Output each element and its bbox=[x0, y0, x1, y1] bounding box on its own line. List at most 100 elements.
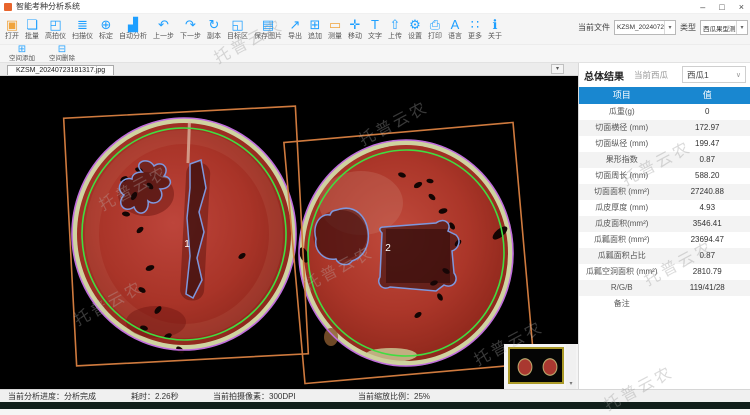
more-button[interactable]: ∷更多 bbox=[465, 16, 485, 44]
type-label: 类型 bbox=[680, 22, 696, 33]
column-item: 项目 bbox=[579, 87, 665, 104]
summary-title: 总体结果 bbox=[584, 68, 624, 83]
tab-bar: KZSM_20240723181317.jpg ▾ bbox=[0, 63, 578, 76]
chevron-down-icon: ▾ bbox=[736, 21, 747, 34]
minimize-button[interactable]: – bbox=[700, 0, 705, 14]
print-icon: ⎙ bbox=[430, 18, 440, 32]
app-title: 智能考种分析系统 bbox=[16, 1, 80, 12]
table-row: R/G/B119/41/28 bbox=[579, 280, 750, 296]
table-row: 瓜重(g)0 bbox=[579, 104, 750, 120]
export-button[interactable]: ↗导出 bbox=[285, 16, 305, 44]
type-dropdown[interactable]: 西瓜果型测定 ▾ bbox=[700, 20, 748, 35]
print-button[interactable]: ⎙打印 bbox=[425, 16, 445, 44]
duplicate-button[interactable]: ↻副本 bbox=[204, 16, 224, 44]
measure-icon: ▭ bbox=[329, 18, 341, 32]
melon-2-number: 2 bbox=[385, 243, 391, 254]
open-folder-icon: ▣ bbox=[6, 18, 18, 32]
column-value: 值 bbox=[665, 87, 750, 104]
text-button[interactable]: T文字 bbox=[365, 16, 385, 44]
table-row: 备注 bbox=[579, 296, 750, 312]
table-row: 瓜瓤面积占比0.87 bbox=[579, 248, 750, 264]
target-area-button[interactable]: ◱目标区 bbox=[224, 16, 251, 44]
table-row: 瓜皮面积(mm²)3546.41 bbox=[579, 216, 750, 232]
scroll-down-icon[interactable]: ▾ bbox=[569, 380, 572, 389]
current-melon-dropdown[interactable]: 西瓜1 ∨ bbox=[682, 66, 746, 83]
space-toolbar: ⊞空间添加 ⊟空间删除 bbox=[0, 44, 750, 63]
save-image-icon: ▤ bbox=[262, 18, 274, 32]
space-add-button[interactable]: ⊞空间添加 bbox=[4, 45, 40, 62]
type-value: 西瓜果型测定 bbox=[701, 23, 736, 33]
space-delete-icon: ⊟ bbox=[58, 45, 66, 55]
language-icon: A bbox=[451, 18, 460, 32]
status-dpi: 当前拍摄像素：300DPI bbox=[213, 391, 296, 402]
current-file-dropdown[interactable]: KZSM_20240723181317 ▾ bbox=[614, 20, 676, 35]
table-row: 果形指数0.87 bbox=[579, 152, 750, 168]
target-area-icon: ◱ bbox=[231, 18, 243, 32]
language-button[interactable]: A语言 bbox=[445, 16, 465, 44]
doc-camera-icon: ◰ bbox=[49, 18, 61, 32]
calibrate-icon: ⊕ bbox=[101, 18, 112, 32]
title-bar: 智能考种分析系统 – □ × bbox=[0, 0, 750, 14]
undo-button[interactable]: ↶上一步 bbox=[150, 16, 177, 44]
tab-image-file[interactable]: KZSM_20240723181317.jpg bbox=[7, 65, 114, 75]
export-icon: ↗ bbox=[290, 18, 301, 32]
auto-analyze-icon: ▟ bbox=[128, 18, 138, 32]
status-zoom: 当前缩放比例：25% bbox=[358, 391, 430, 402]
table-row: 切面面积 (mm²)27240.88 bbox=[579, 184, 750, 200]
watermelon-2: 2 bbox=[298, 140, 513, 366]
seed-region-contour-2b bbox=[379, 221, 459, 291]
main-toolbar: ▣打开 ❏批量 ◰高拍仪 ≣扫描仪 ⊕标定 ▟自动分析 ↶上一步 ↷下一步 ↻副… bbox=[0, 14, 750, 44]
status-progress: 当前分析进度：分析完成 bbox=[8, 391, 96, 402]
seed-region-contour-2a bbox=[315, 208, 368, 264]
batch-button[interactable]: ❏批量 bbox=[22, 16, 42, 44]
batch-icon: ❏ bbox=[26, 18, 38, 32]
measure-button[interactable]: ▭测量 bbox=[325, 16, 345, 44]
about-icon: ℹ bbox=[493, 18, 498, 32]
table-row: 切面周长 (mm)588.20 bbox=[579, 168, 750, 184]
append-icon: ⊞ bbox=[310, 18, 321, 32]
append-button[interactable]: ⊞追加 bbox=[305, 16, 325, 44]
table-row: 瓜瓤空洞面积 (mm²)2810.79 bbox=[579, 264, 750, 280]
table-row: 切面横径 (mm)172.97 bbox=[579, 120, 750, 136]
about-button[interactable]: ℹ关于 bbox=[485, 16, 505, 44]
status-time: 耗时：2.26秒 bbox=[131, 391, 179, 402]
settings-button[interactable]: ⚙设置 bbox=[405, 16, 425, 44]
upload-icon: ⇧ bbox=[390, 18, 401, 32]
doc-camera-button[interactable]: ◰高拍仪 bbox=[42, 16, 69, 44]
app-icon bbox=[4, 3, 12, 11]
analysis-overlay: 1 bbox=[0, 76, 578, 389]
status-bar: 当前分析进度：分析完成 耗时：2.26秒 当前拍摄像素：300DPI 当前缩放比… bbox=[0, 389, 750, 402]
table-row: 瓜皮厚度 (mm)4.93 bbox=[579, 200, 750, 216]
image-canvas[interactable]: 1 bbox=[0, 76, 578, 389]
results-panel: 总体结果 当前西瓜 西瓜1 ∨ 项目 值 瓜重(g)0 切面横径 (mm)172… bbox=[578, 63, 750, 389]
navigator-widget: ▾ bbox=[504, 344, 578, 389]
redo-icon: ↷ bbox=[185, 18, 196, 32]
more-icon: ∷ bbox=[471, 18, 479, 32]
current-file-value: KZSM_20240723181317 bbox=[615, 24, 664, 31]
table-header: 项目 值 bbox=[579, 87, 750, 104]
calibrate-button[interactable]: ⊕标定 bbox=[96, 16, 116, 44]
watermelon-1: 1 bbox=[72, 118, 296, 355]
upload-button[interactable]: ⇧上传 bbox=[385, 16, 405, 44]
space-delete-button[interactable]: ⊟空间删除 bbox=[44, 45, 80, 62]
tab-list-dropdown[interactable]: ▾ bbox=[551, 64, 564, 74]
taskbar-strip bbox=[0, 402, 750, 409]
navigator-scrollbar[interactable]: ▾ bbox=[566, 344, 576, 389]
scanner-icon: ≣ bbox=[77, 18, 88, 32]
table-row: 切面纵径 (mm)199.47 bbox=[579, 136, 750, 152]
chevron-down-icon: ∨ bbox=[736, 71, 741, 79]
maximize-button[interactable]: □ bbox=[719, 0, 724, 14]
close-button[interactable]: × bbox=[739, 0, 744, 14]
save-image-button[interactable]: ▤保存图片 bbox=[251, 16, 285, 44]
redo-button[interactable]: ↷下一步 bbox=[177, 16, 204, 44]
current-file-label: 当前文件 bbox=[578, 22, 610, 33]
text-icon: T bbox=[371, 18, 379, 32]
move-button[interactable]: ✛移动 bbox=[345, 16, 365, 44]
chevron-down-icon: ▾ bbox=[664, 21, 675, 34]
navigator-thumbnail[interactable] bbox=[508, 347, 564, 384]
undo-icon: ↶ bbox=[158, 18, 169, 32]
auto-analyze-button[interactable]: ▟自动分析 bbox=[116, 16, 150, 44]
open-button[interactable]: ▣打开 bbox=[2, 16, 22, 44]
scanner-button[interactable]: ≣扫描仪 bbox=[69, 16, 96, 44]
current-melon-label: 当前西瓜 bbox=[634, 69, 668, 81]
